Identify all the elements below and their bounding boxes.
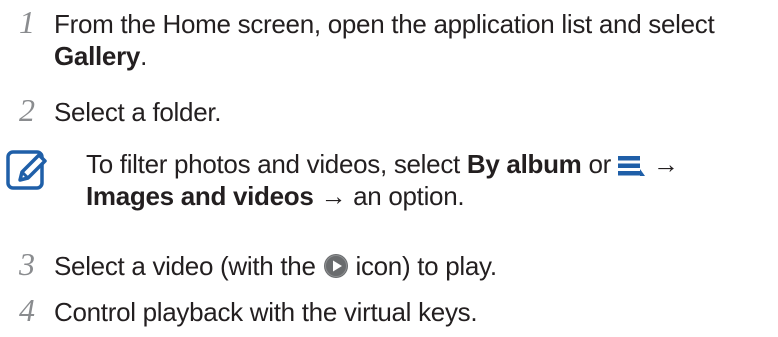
note-pencil-icon (6, 150, 47, 190)
images-and-videos-label: Images and videos (86, 181, 314, 211)
step-text-part: From the Home screen, open the applicati… (54, 9, 715, 39)
by-album-label: By album (466, 149, 582, 179)
note-text-part: → an option. (313, 181, 465, 211)
step-number: 2 (19, 92, 35, 128)
step-text: Control playback with the virtual keys. (54, 297, 478, 327)
step-text-part: . (140, 41, 148, 71)
step-text: Select a video (with the icon) to play. (54, 250, 770, 282)
note-text: To filter photos and videos, select By a… (86, 148, 776, 212)
step-text-part: Select a video (with the (54, 251, 323, 281)
gallery-label: Gallery (54, 41, 141, 71)
menu-icon (617, 156, 645, 176)
step-text: From the Home screen, open the applicati… (54, 8, 770, 72)
step-number: 4 (19, 292, 35, 328)
note-text-part: or (581, 149, 618, 179)
note-text-part: To filter photos and videos, select (86, 149, 467, 179)
step-number: 1 (19, 4, 35, 40)
step-text: Select a folder. (54, 97, 222, 127)
step-text-part: icon) to play. (348, 251, 497, 281)
step-number: 3 (19, 246, 35, 282)
play-icon (323, 254, 348, 278)
arrow-symbol: → (645, 149, 679, 179)
